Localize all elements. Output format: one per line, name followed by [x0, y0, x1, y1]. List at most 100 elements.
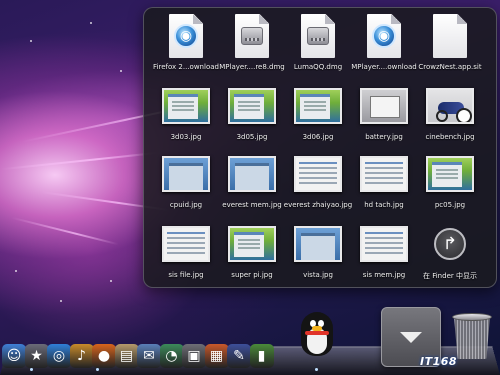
stack-file-item[interactable]: 3d06.jpg: [284, 84, 352, 144]
stack-file-item[interactable]: pc05.jpg: [416, 152, 484, 212]
finder-dock-icon[interactable]: ☺: [2, 344, 26, 368]
disk-image-icon: [241, 27, 263, 45]
page-fold: [457, 14, 467, 24]
file-name-label: pc05.jpg: [434, 201, 466, 209]
document-icon: [301, 14, 335, 58]
activity-monitor-dock-icon[interactable]: ▮: [249, 344, 274, 368]
show-in-finder-label: 在 Finder 中显示: [423, 272, 477, 280]
stack-file-item[interactable]: sis file.jpg: [152, 222, 220, 282]
stack-file-item[interactable]: CrowzNest.app.sit: [416, 14, 484, 74]
page-fold: [391, 14, 401, 24]
screenshot-thumbnail: [162, 88, 210, 124]
qq-penguin-dock-icon[interactable]: [297, 308, 337, 358]
screenshot-thumbnail: [228, 156, 276, 192]
arrow-in-circle-icon: ↱: [434, 228, 466, 260]
trash-rim: [452, 313, 492, 321]
photobooth-dock-icon[interactable]: ▣: [182, 344, 206, 368]
file-name-label: LumaQQ.dmg: [293, 63, 343, 71]
file-thumbnail: [292, 84, 344, 128]
file-name-label: 3d05.jpg: [236, 133, 268, 141]
stack-file-item[interactable]: 3d03.jpg: [152, 84, 220, 144]
file-name-label: sis file.jpg: [168, 271, 204, 279]
firefox-dock-icon[interactable]: ●: [92, 344, 116, 368]
document-icon: ◉: [367, 14, 401, 58]
star: [60, 300, 62, 302]
file-thumbnail: ◉: [160, 14, 212, 58]
document-icon: [433, 14, 467, 58]
page-fold: [193, 14, 203, 24]
screenshot-thumbnail: [360, 88, 408, 124]
safari-dock-icon[interactable]: ◎: [47, 344, 71, 368]
document-icon: [235, 14, 269, 58]
trash-bin: [454, 317, 490, 359]
file-name-label: cpuid.jpg: [169, 201, 203, 209]
quicktime-icon: ◉: [174, 24, 198, 48]
screenshot-thumbnail: [162, 156, 210, 192]
stack-file-item[interactable]: 3d05.jpg: [218, 84, 286, 144]
stack-file-item[interactable]: LumaQQ.dmg: [284, 14, 352, 74]
app-dock-icon[interactable]: ▦: [204, 344, 229, 368]
stack-file-item[interactable]: everest zhaiyao.jpg: [284, 152, 352, 212]
imovie-dock-icon[interactable]: ★: [24, 344, 49, 368]
file-name-label: hd tach.jpg: [364, 201, 404, 209]
file-name-label: everest zhaiyao.jpg: [283, 201, 353, 209]
stack-file-item[interactable]: MPlayer....re8.dmg: [218, 14, 286, 74]
file-thumbnail: [226, 222, 278, 266]
file-name-label: Firefox 2...ownload: [153, 63, 219, 71]
preview-dock-icon[interactable]: ▤: [114, 344, 139, 368]
stack-file-item[interactable]: sis mem.jpg: [350, 222, 418, 282]
file-thumbnail: [160, 222, 212, 266]
watermark-logo: ІТ168: [420, 355, 458, 368]
file-name-label: super pi.jpg: [231, 271, 273, 279]
trash-dock-icon[interactable]: [452, 311, 492, 359]
screenshot-thumbnail: [426, 88, 474, 124]
file-thumbnail: [424, 84, 476, 128]
penguin-scarf: [305, 331, 329, 335]
running-indicator: [30, 368, 33, 371]
xcode-dock-icon[interactable]: ✎: [227, 344, 251, 368]
stack-file-item[interactable]: hd tach.jpg: [350, 152, 418, 212]
screenshot-thumbnail: [228, 88, 276, 124]
stack-file-item[interactable]: ◉ Firefox 2...ownload: [152, 14, 220, 74]
file-thumbnail: [160, 152, 212, 196]
file-name-label: 3d03.jpg: [170, 133, 202, 141]
file-name-label: cinebench.jpg: [425, 133, 475, 141]
file-thumbnail: [292, 222, 344, 266]
timemachine-dock-icon[interactable]: ◔: [159, 344, 184, 368]
file-thumbnail: [226, 84, 278, 128]
show-in-finder-button[interactable]: ↱ 在 Finder 中显示: [416, 222, 484, 282]
stack-file-item[interactable]: battery.jpg: [350, 84, 418, 144]
wallpaper-streak: [0, 151, 160, 171]
screenshot-thumbnail: [360, 156, 408, 192]
file-name-label: battery.jpg: [365, 133, 403, 141]
star: [120, 70, 122, 72]
show-in-finder-icon-wrap: ↱: [424, 222, 476, 266]
stack-file-item[interactable]: cpuid.jpg: [152, 152, 220, 212]
wallpaper-streak: [11, 216, 119, 246]
star: [110, 280, 112, 282]
stack-file-item[interactable]: vista.jpg: [284, 222, 352, 282]
screenshot-thumbnail: [294, 226, 342, 262]
stack-file-item[interactable]: cinebench.jpg: [416, 84, 484, 144]
file-thumbnail: [292, 152, 344, 196]
stack-grid-panel: ◉ Firefox 2...ownload MPlayer....re8.dmg Lu…: [143, 7, 497, 288]
stack-file-item[interactable]: everest mem.jpg: [218, 152, 286, 212]
file-thumbnail: [358, 84, 410, 128]
file-name-label: MPlayer....re8.dmg: [219, 63, 285, 71]
file-name-label: MPlayer....ownload: [351, 63, 417, 71]
file-name-label: 3d06.jpg: [302, 133, 334, 141]
file-thumbnail: [424, 14, 476, 58]
screenshot-thumbnail: [426, 156, 474, 192]
file-thumbnail: [226, 14, 278, 58]
mail-dock-icon[interactable]: ✉: [137, 344, 161, 368]
running-indicator: [96, 368, 99, 371]
stack-file-item[interactable]: ◉ MPlayer....ownload: [350, 14, 418, 74]
quicktime-icon: ◉: [372, 24, 396, 48]
star: [90, 22, 92, 24]
stack-file-item[interactable]: super pi.jpg: [218, 222, 286, 282]
garageband-dock-icon[interactable]: ♪: [69, 344, 94, 368]
star: [30, 40, 32, 42]
file-thumbnail: ◉: [358, 14, 410, 58]
file-thumbnail: [160, 84, 212, 128]
running-indicator: [315, 368, 318, 371]
